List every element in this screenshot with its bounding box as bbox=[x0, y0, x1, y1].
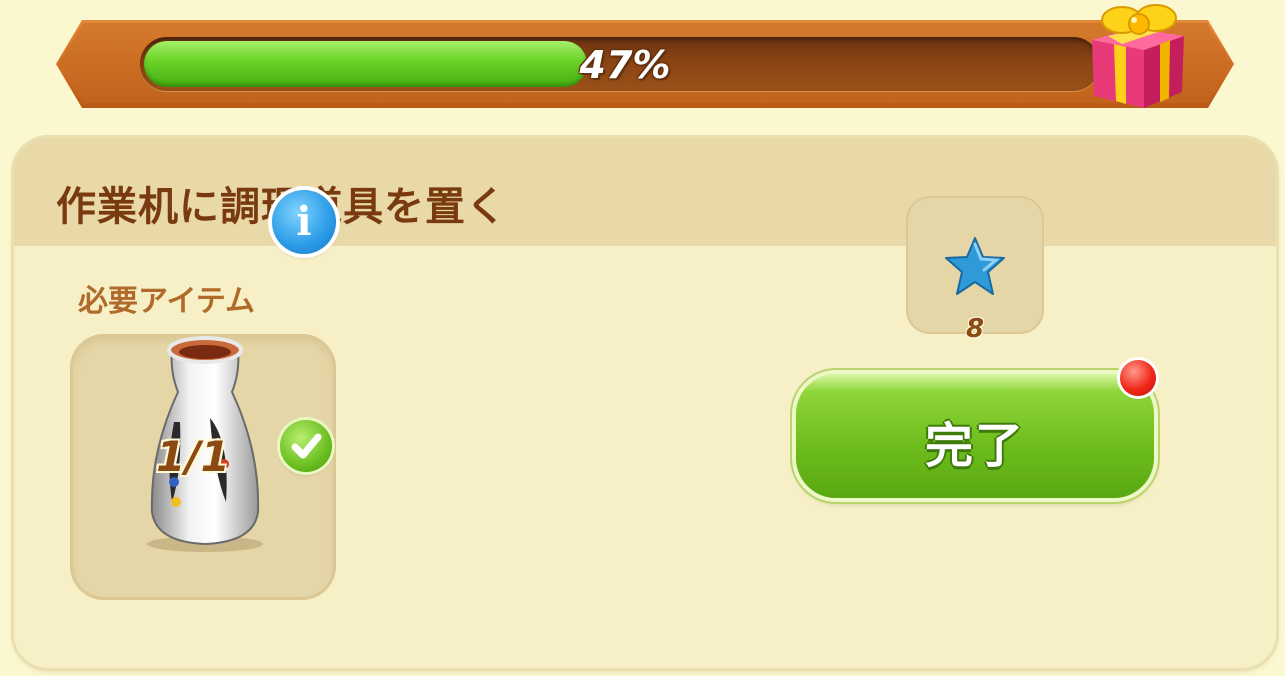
checkmark-glyph bbox=[291, 433, 322, 459]
blue-star-icon bbox=[945, 237, 1005, 295]
progress-percent: 47% bbox=[579, 43, 671, 87]
progress-fill bbox=[144, 41, 588, 87]
reward-amount: 8 bbox=[965, 314, 985, 344]
required-item-count: 1/1 bbox=[156, 432, 230, 481]
complete-button-label: 完了 bbox=[924, 418, 1025, 474]
info-button[interactable]: i bbox=[272, 190, 336, 254]
notification-dot bbox=[1120, 360, 1156, 396]
checkmark-icon bbox=[280, 420, 332, 472]
gift-box-icon[interactable] bbox=[1084, 0, 1190, 112]
complete-button[interactable]: 完了 bbox=[796, 374, 1154, 498]
required-items-label: 必要アイテム bbox=[78, 284, 255, 319]
